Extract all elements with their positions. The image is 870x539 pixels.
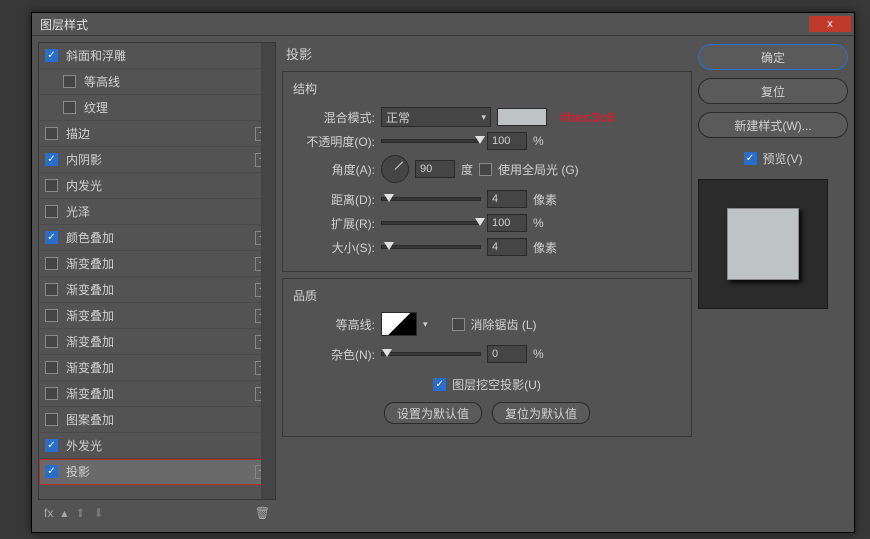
effect-checkbox[interactable] [63, 75, 76, 88]
effect-item-15[interactable]: 外发光 [39, 433, 275, 459]
effect-label: 内发光 [66, 177, 269, 194]
effect-item-3[interactable]: 描边+ [39, 121, 275, 147]
effect-checkbox[interactable] [63, 101, 76, 114]
effects-list[interactable]: 斜面和浮雕等高线纹理描边+内阴影+内发光光泽颜色叠加+渐变叠加+渐变叠加+渐变叠… [38, 42, 276, 500]
effect-label: 纹理 [84, 99, 269, 116]
effect-checkbox[interactable] [45, 335, 58, 348]
effect-label: 外发光 [66, 437, 269, 454]
effects-footer: fx ▴ ⬆ ⬇ 🗑 [38, 500, 276, 526]
effect-label: 描边 [66, 125, 255, 142]
reset-default-button[interactable]: 复位为默认值 [492, 402, 590, 424]
up-icon[interactable]: ⬆ [75, 506, 85, 520]
effect-item-10[interactable]: 渐变叠加+ [39, 303, 275, 329]
chevron-down-icon: ▾ [481, 112, 486, 123]
down-icon[interactable]: ⬇ [93, 506, 103, 520]
knockout-checkbox[interactable] [433, 378, 446, 391]
effect-label: 渐变叠加 [66, 281, 255, 298]
distance-field[interactable]: 4 [487, 190, 527, 208]
effect-label: 渐变叠加 [66, 307, 255, 324]
titlebar: 图层样式 x [32, 13, 854, 36]
effect-checkbox[interactable] [45, 439, 58, 452]
noise-field[interactable]: 0 [487, 345, 527, 363]
effect-label: 渐变叠加 [66, 333, 255, 350]
effect-label: 图案叠加 [66, 411, 269, 428]
effect-label: 投影 [66, 463, 255, 480]
settings-panel: 投影 结构 混合模式: 正常▾ #bec3c6 不透明度(O): 100 % [282, 42, 692, 526]
antialias-checkbox[interactable] [452, 318, 465, 331]
opacity-slider[interactable] [381, 139, 481, 143]
set-default-button[interactable]: 设置为默认值 [384, 402, 482, 424]
effect-item-0[interactable]: 斜面和浮雕 [39, 43, 275, 69]
effect-label: 等高线 [84, 73, 269, 90]
contour-picker[interactable] [381, 312, 417, 336]
effects-panel: 斜面和浮雕等高线纹理描边+内阴影+内发光光泽颜色叠加+渐变叠加+渐变叠加+渐变叠… [38, 42, 276, 526]
fx-menu-icon[interactable]: fx [44, 506, 53, 520]
distance-slider[interactable] [381, 197, 481, 201]
effect-item-2[interactable]: 纹理 [39, 95, 275, 121]
effect-checkbox[interactable] [45, 257, 58, 270]
effect-item-5[interactable]: 内发光 [39, 173, 275, 199]
effect-label: 渐变叠加 [66, 359, 255, 376]
size-slider[interactable] [381, 245, 481, 249]
reset-button[interactable]: 复位 [698, 78, 848, 104]
blend-mode-label: 混合模式: [293, 109, 375, 126]
window-title: 图层样式 [32, 16, 88, 33]
ok-button[interactable]: 确定 [698, 44, 848, 70]
close-button[interactable]: x [808, 15, 852, 33]
effect-checkbox[interactable] [45, 387, 58, 400]
effect-checkbox[interactable] [45, 127, 58, 140]
effect-item-16[interactable]: 投影+ [39, 459, 275, 485]
color-swatch[interactable] [497, 108, 547, 126]
effect-checkbox[interactable] [45, 179, 58, 192]
preview-box [698, 179, 828, 309]
effect-item-14[interactable]: 图案叠加 [39, 407, 275, 433]
effect-item-6[interactable]: 光泽 [39, 199, 275, 225]
effect-checkbox[interactable] [45, 361, 58, 374]
quality-group: 品质 等高线: ▾ 消除锯齿 (L) 杂色(N): 0 % [282, 278, 692, 437]
preview-checkbox[interactable] [744, 152, 757, 165]
effect-label: 内阴影 [66, 151, 255, 168]
angle-dial[interactable] [381, 155, 409, 183]
effect-checkbox[interactable] [45, 153, 58, 166]
effect-item-7[interactable]: 颜色叠加+ [39, 225, 275, 251]
effect-label: 斜面和浮雕 [66, 47, 269, 64]
blend-mode-select[interactable]: 正常▾ [381, 107, 491, 127]
spread-slider[interactable] [381, 221, 481, 225]
global-light-checkbox[interactable] [479, 163, 492, 176]
effect-item-11[interactable]: 渐变叠加+ [39, 329, 275, 355]
effect-label: 渐变叠加 [66, 255, 255, 272]
section-title: 投影 [282, 42, 692, 65]
effect-checkbox[interactable] [45, 465, 58, 478]
opacity-field[interactable]: 100 [487, 132, 527, 150]
effect-label: 颜色叠加 [66, 229, 255, 246]
effect-checkbox[interactable] [45, 413, 58, 426]
scrollbar[interactable] [261, 43, 275, 499]
effect-checkbox[interactable] [45, 49, 58, 62]
effect-label: 渐变叠加 [66, 385, 255, 402]
trash-icon[interactable]: 🗑 [255, 506, 270, 520]
effect-item-12[interactable]: 渐变叠加+ [39, 355, 275, 381]
effect-item-9[interactable]: 渐变叠加+ [39, 277, 275, 303]
effect-checkbox[interactable] [45, 231, 58, 244]
action-panel: 确定 复位 新建样式(W)... 预览(V) [698, 42, 848, 526]
angle-field[interactable]: 90 [415, 160, 455, 178]
noise-slider[interactable] [381, 352, 481, 356]
spread-field[interactable]: 100 [487, 214, 527, 232]
effect-item-1[interactable]: 等高线 [39, 69, 275, 95]
effect-checkbox[interactable] [45, 283, 58, 296]
preview-swatch [727, 208, 799, 280]
layer-style-dialog: 图层样式 x 斜面和浮雕等高线纹理描边+内阴影+内发光光泽颜色叠加+渐变叠加+渐… [31, 12, 855, 533]
effect-checkbox[interactable] [45, 205, 58, 218]
size-field[interactable]: 4 [487, 238, 527, 256]
effect-item-8[interactable]: 渐变叠加+ [39, 251, 275, 277]
effect-label: 光泽 [66, 203, 269, 220]
new-style-button[interactable]: 新建样式(W)... [698, 112, 848, 138]
structure-group: 结构 混合模式: 正常▾ #bec3c6 不透明度(O): 100 % [282, 71, 692, 272]
effect-item-4[interactable]: 内阴影+ [39, 147, 275, 173]
effect-item-13[interactable]: 渐变叠加+ [39, 381, 275, 407]
effect-checkbox[interactable] [45, 309, 58, 322]
color-annotation: #bec3c6 [559, 109, 614, 125]
